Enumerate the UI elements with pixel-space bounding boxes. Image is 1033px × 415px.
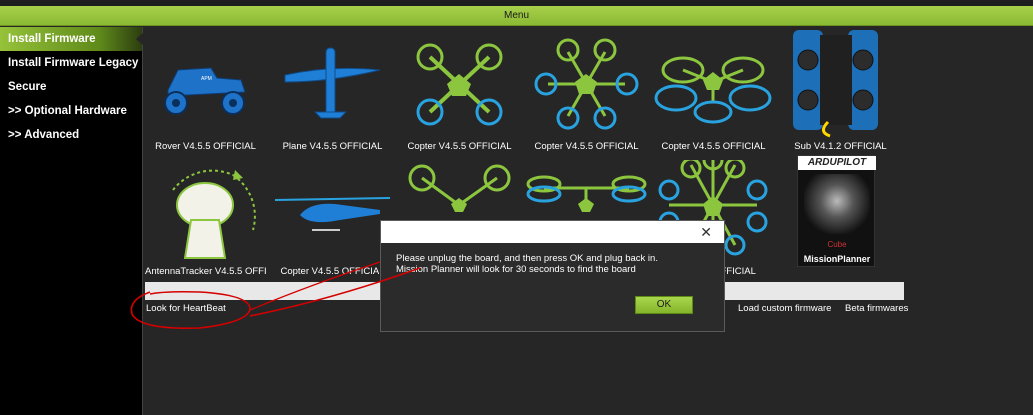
firmware-copter-quad[interactable]: Copter V4.5.5 OFFICIAL	[397, 30, 522, 160]
sidebar-item-optional-hardware[interactable]: >> Optional Hardware	[0, 99, 142, 123]
cube-label: Cube	[827, 240, 847, 249]
dialog-message-line1: Please unplug the board, and then press …	[396, 253, 658, 264]
selection-arrow-icon	[136, 33, 143, 45]
dialog-title-bar: ✕	[381, 221, 724, 243]
firmware-antenna-tracker[interactable]: AntennaTracker V4.5.5 OFFI	[143, 160, 268, 290]
firmware-copter-y6[interactable]: Copter V4.5.5 OFFICIAL	[651, 30, 776, 160]
firmware-plane[interactable]: Plane V4.5.5 OFFICIAL	[270, 30, 395, 160]
helicopter-icon	[274, 197, 391, 231]
plane-icon	[284, 47, 381, 119]
sub-icon	[793, 30, 878, 138]
cube-image	[804, 174, 870, 234]
firmware-label: Plane V4.5.5 OFFICIAL	[282, 141, 383, 152]
load-custom-firmware-link[interactable]: Load custom firmware	[738, 303, 831, 314]
sidebar-item-install-firmware[interactable]: Install Firmware	[0, 27, 142, 51]
svg-text:APM: APM	[201, 76, 212, 82]
menu-bar[interactable]: Menu	[0, 6, 1033, 26]
rover-icon: APM	[164, 67, 246, 115]
firmware-label: AntennaTracker V4.5.5 OFFI	[145, 266, 267, 277]
sidebar-item-secure[interactable]: Secure	[0, 75, 142, 99]
dialog-message-line2: Mission Planner will look for 30 seconds…	[396, 264, 636, 275]
antenna-tracker-icon	[172, 169, 256, 259]
firmware-label: Sub V4.1.2 OFFICIAL	[794, 141, 887, 152]
firmware-label: Copter V4.5.5 OFFICIAL	[407, 141, 512, 152]
sidebar-item-advanced[interactable]: >> Advanced	[0, 123, 142, 147]
close-icon[interactable]: ✕	[700, 224, 712, 241]
octa-quad-icon	[526, 175, 647, 212]
firmware-label: Rover V4.5.5 OFFICIAL	[155, 141, 256, 152]
firmware-cube[interactable]: ARDUPILOT Cube MissionPlanner	[797, 155, 876, 267]
look-for-heartbeat-link[interactable]: Look for HeartBeat	[146, 303, 226, 314]
firmware-label: Copter V4.5.5 OFFICIAL	[280, 266, 385, 277]
ok-button[interactable]: OK	[635, 296, 693, 314]
hexa-icon	[534, 38, 639, 130]
y6-icon	[654, 56, 772, 124]
firmware-label: Copter V4.5.5 OFFICIAL	[534, 141, 639, 152]
firmware-rover[interactable]: APM Rover V4.5.5 OFFICIAL	[143, 30, 268, 160]
firmware-label: Copter V4.5.5 OFFICIAL	[661, 141, 766, 152]
cube-logo-icon: ARDUPILOT Cube MissionPlanner	[797, 155, 876, 267]
beta-firmwares-link[interactable]: Beta firmwares	[845, 303, 908, 314]
tri-icon	[408, 164, 511, 212]
firmware-copter-hexa[interactable]: Copter V4.5.5 OFFICIAL	[524, 30, 649, 160]
sidebar: Install Firmware Install Firmware Legacy…	[0, 27, 143, 415]
ardupilot-logo: ARDUPILOT	[798, 156, 876, 170]
message-dialog: ✕ Please unplug the board, and then pres…	[380, 220, 725, 332]
missionplanner-logo-text: MissionPlanner	[803, 254, 871, 264]
sidebar-item-install-firmware-legacy[interactable]: Install Firmware Legacy	[0, 51, 142, 75]
quad-x-icon	[416, 43, 503, 126]
dialog-message: Please unplug the board, and then press …	[396, 253, 716, 275]
firmware-sub[interactable]: Sub V4.1.2 OFFICIAL	[778, 30, 903, 160]
firmware-copter-heli[interactable]: Copter V4.5.5 OFFICIAL	[270, 160, 395, 290]
